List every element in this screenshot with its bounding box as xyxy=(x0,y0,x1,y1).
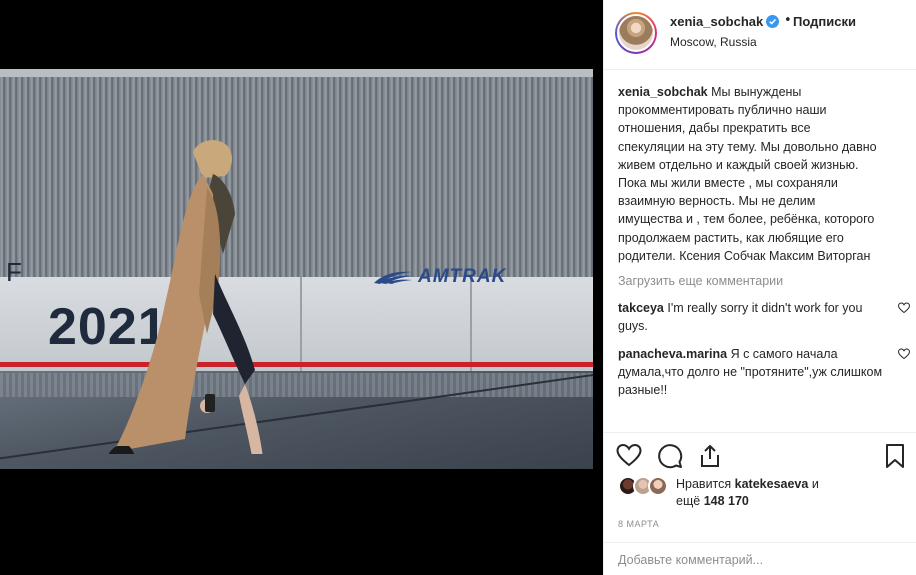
verified-badge-icon xyxy=(766,15,779,28)
following-button[interactable]: Подписки xyxy=(793,14,856,29)
caption-text: Мы вынуждены прокомментировать публично … xyxy=(618,85,877,263)
caption-author-link[interactable]: xenia_sobchak xyxy=(618,85,708,99)
comment-icon[interactable] xyxy=(657,443,683,469)
likes-count-link[interactable]: 148 170 xyxy=(704,494,749,508)
username-link[interactable]: xenia_sobchak xyxy=(670,14,763,29)
amtrak-text: AMTRAK xyxy=(418,266,507,287)
likes-and: и xyxy=(811,477,819,491)
post-caption: xenia_sobchak Мы вынуждены прокомментиро… xyxy=(618,83,880,265)
amtrak-brand: AMTRAK xyxy=(372,266,506,288)
post-header: xenia_sobchak • Подписки Moscow, Russia xyxy=(604,0,916,70)
comment-author-link[interactable]: takceya xyxy=(618,301,664,315)
comments-section: xenia_sobchak Мы вынуждены прокомментиро… xyxy=(618,83,910,400)
comment-like-heart-icon[interactable] xyxy=(898,348,910,360)
comment-like-heart-icon[interactable] xyxy=(898,302,910,314)
separator-dot: • xyxy=(784,13,792,28)
comment-author-link[interactable]: panacheva.marina xyxy=(618,347,727,361)
amtrak-logo-icon xyxy=(374,271,412,284)
post-sidebar: xenia_sobchak • Подписки Moscow, Russia … xyxy=(603,0,916,575)
car-letter: F xyxy=(6,257,22,287)
liker-avatars[interactable] xyxy=(618,476,670,498)
share-icon[interactable] xyxy=(697,443,723,469)
post-photo[interactable]: F 2021 AMTRAK xyxy=(0,69,593,469)
likes-text: Нравится katekesaeva и ещё 148 170 xyxy=(676,476,819,510)
add-comment-bar xyxy=(604,542,916,575)
train-seam xyxy=(470,277,472,371)
post-date[interactable]: 8 марта xyxy=(618,519,659,529)
likes-prefix: Нравится xyxy=(676,477,732,491)
woman-figure xyxy=(108,140,263,454)
heart-icon[interactable] xyxy=(616,443,642,469)
add-comment-input[interactable] xyxy=(618,553,898,567)
action-bar xyxy=(604,432,916,482)
post-media[interactable]: F 2021 AMTRAK xyxy=(0,0,603,575)
comment-item: panacheva.marina Я с самого начала думал… xyxy=(618,345,910,400)
load-more-comments-button[interactable]: Загрузить еще комментарии xyxy=(618,272,908,290)
bookmark-icon[interactable] xyxy=(882,443,908,469)
comment-item: takceya I'm really sorry it didn't work … xyxy=(618,299,910,335)
likes-rest-prefix: ещё xyxy=(676,494,701,508)
location-link[interactable]: Moscow, Russia xyxy=(670,35,757,49)
avatar[interactable] xyxy=(615,12,657,54)
avatar[interactable] xyxy=(648,476,668,496)
liker-username-link[interactable]: katekesaeva xyxy=(735,477,809,491)
